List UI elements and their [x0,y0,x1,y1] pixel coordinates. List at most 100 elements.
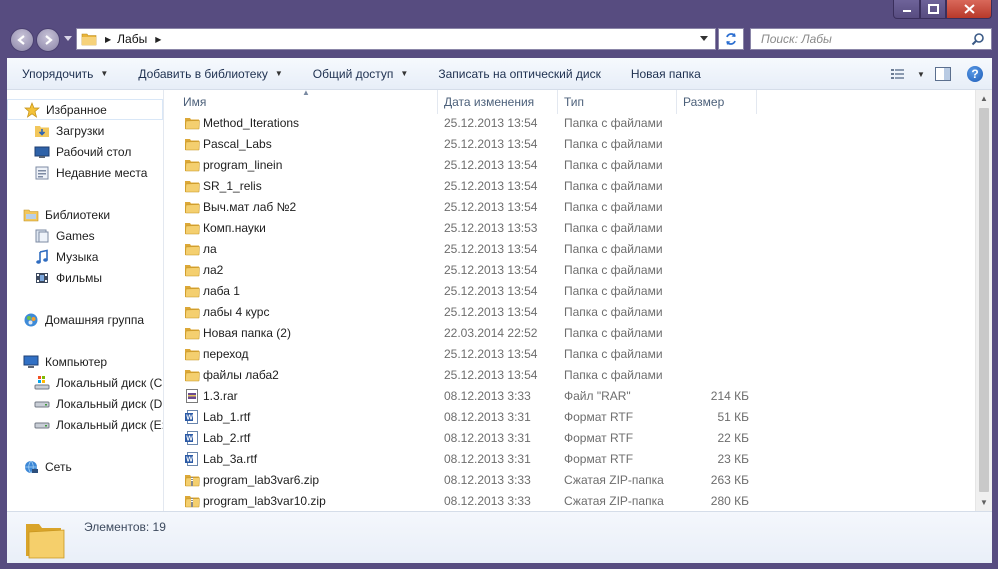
nav-homegroup[interactable]: Домашняя группа [23,309,144,330]
nav-network[interactable]: Сеть [23,456,72,477]
file-list-pane[interactable]: ▲ Имя Дата изменения Тип Размер Method_I… [165,88,992,511]
file-row[interactable]: 1.3.rar 08.12.2013 3:33 Файл "RAR" 214 КБ [165,385,975,406]
nav-computer[interactable]: Компьютер [23,351,107,372]
file-row[interactable]: program_lab3var10.zip 08.12.2013 3:33 Сжат… [165,490,975,511]
file-name-cell[interactable]: лабы 4 курс [165,304,438,320]
file-name-cell[interactable]: program_linein [165,157,438,173]
nav-item-videos[interactable]: Фильмы [34,267,102,288]
column-header-type[interactable]: Тип [558,90,677,114]
file-name-cell[interactable]: 1.3.rar [165,388,438,404]
column-header-name[interactable]: ▲ Имя [165,88,438,114]
nav-favorites[interactable]: Избранное [7,99,163,120]
file-row[interactable]: SR_1_relis 25.12.2013 13:54 Папка с файлам… [165,175,975,196]
maximize-button[interactable] [920,0,946,19]
nav-item-label: Локальный диск (D:) [56,396,164,411]
file-name-cell[interactable]: W Lab_2.rtf [165,430,438,446]
nav-item-drive-c[interactable]: Локальный диск (C:) [34,372,163,393]
forward-button[interactable] [36,28,60,52]
nav-item-desktop[interactable]: Рабочий стол [34,141,131,162]
vertical-scrollbar[interactable]: ▲ ▼ [975,90,992,511]
scroll-down-icon[interactable]: ▼ [976,494,992,511]
breadcrumb-separator-icon[interactable]: ▶ [155,35,161,44]
file-row[interactable]: program_lab3var6.zip 08.12.2013 3:33 Сжата… [165,469,975,490]
file-name-cell[interactable]: SR_1_relis [165,178,438,194]
file-row[interactable]: program_linein 25.12.2013 13:54 Папка с фа… [165,154,975,175]
file-row[interactable]: файлы лаба2 25.12.2013 13:54 Папка с файла… [165,364,975,385]
file-date: 08.12.2013 3:33 [444,472,531,487]
item-count: Элементов: 19 [84,520,166,534]
navigation-pane[interactable]: Избранное Загрузки Рабочий стол Недавние… [7,90,164,511]
nav-item-music[interactable]: Музыка [34,246,98,267]
file-row[interactable]: переход 25.12.2013 13:54 Папка с файлами [165,343,975,364]
file-date: 25.12.2013 13:54 [444,199,538,214]
file-type: Папка с файлами [564,346,663,361]
file-name-cell[interactable]: Новая папка (2) [165,325,438,341]
search-icon[interactable] [971,32,985,46]
nav-item-games[interactable]: Games [34,225,95,246]
scrollbar-thumb[interactable] [979,108,989,492]
file-row[interactable]: Комп.науки 25.12.2013 13:53 Папка с файлам… [165,217,975,238]
breadcrumb-item[interactable]: Лабы [117,32,147,46]
file-row[interactable]: ла 25.12.2013 13:54 Папка с файлами [165,238,975,259]
search-box[interactable] [750,28,992,50]
file-size: 280 КБ [710,493,749,508]
organize-button[interactable]: Упорядочить ▼ [7,60,123,88]
address-history-dropdown-icon[interactable] [700,34,709,43]
command-bar: Упорядочить ▼ Добавить в библиотеку ▼ Об… [7,58,992,90]
file-name-cell[interactable]: Method_Iterations [165,115,438,131]
nav-item-downloads[interactable]: Загрузки [34,120,104,141]
file-name-cell[interactable]: Комп.науки [165,220,438,236]
file-row[interactable]: W Lab_1.rtf 08.12.2013 3:31 Формат RTF 51 КБ [165,406,975,427]
file-row[interactable]: Новая папка (2) 22.03.2014 22:52 Папка с ф… [165,322,975,343]
file-date: 25.12.2013 13:54 [444,241,538,256]
preview-pane-button[interactable] [928,62,958,86]
change-view-button[interactable]: ▼ [888,62,928,86]
add-to-library-button[interactable]: Добавить в библиотеку ▼ [123,60,297,88]
file-row[interactable]: лаба 1 25.12.2013 13:54 Папка с файлами [165,280,975,301]
nav-item-drive-e[interactable]: Локальный диск (E:) [34,414,163,435]
file-name-cell[interactable]: лаба 1 [165,283,438,299]
file-row[interactable]: W Lab_3a.rtf 08.12.2013 3:31 Формат RTF 23 К… [165,448,975,469]
refresh-button[interactable] [718,28,744,50]
file-name-cell[interactable]: Выч.мат лаб №2 [165,199,438,215]
nav-favorites-label: Избранное [46,102,107,117]
explorer-window: ▶ Лабы ▶ Упорядочить ▼ Д [0,0,998,569]
back-button[interactable] [10,28,34,52]
file-row[interactable]: W Lab_2.rtf 08.12.2013 3:31 Формат RTF 22 КБ [165,427,975,448]
minimize-button[interactable] [893,0,920,19]
nav-item-recent-places[interactable]: Недавние места [34,162,147,183]
music-icon [34,249,50,265]
column-header-date[interactable]: Дата изменения [438,90,558,114]
file-row[interactable]: Pascal_Labs 25.12.2013 13:54 Папка с файла… [165,133,975,154]
file-row[interactable]: лабы 4 курс 25.12.2013 13:54 Папка с файла… [165,301,975,322]
address-bar[interactable]: ▶ Лабы ▶ [76,28,716,50]
file-name-cell[interactable]: Pascal_Labs [165,136,438,152]
breadcrumb-separator-icon[interactable]: ▶ [105,35,111,44]
file-name-cell[interactable]: W Lab_1.rtf [165,409,438,425]
folder-icon [184,157,200,173]
file-name-cell[interactable]: program_lab3var6.zip [165,472,438,488]
recent-pages-dropdown-icon[interactable] [64,36,72,42]
nav-libraries[interactable]: Библиотеки [23,204,110,225]
close-button[interactable] [946,0,992,19]
file-row[interactable]: Method_Iterations 25.12.2013 13:54 Папка с… [165,112,975,133]
file-row[interactable]: Выч.мат лаб №2 25.12.2013 13:54 Папка с фа… [165,196,975,217]
burn-disc-button[interactable]: Записать на оптический диск [423,60,616,88]
new-folder-button[interactable]: Новая папка [616,60,716,88]
nav-homegroup-label: Домашняя группа [45,312,145,327]
help-button[interactable]: ? [958,62,992,86]
file-name-cell[interactable]: program_lab3var10.zip [165,493,438,509]
search-input[interactable] [759,31,963,47]
file-name-cell[interactable]: файлы лаба2 [165,367,438,383]
minimize-icon [902,10,911,12]
scroll-up-icon[interactable]: ▲ [976,90,992,107]
file-row[interactable]: ла2 25.12.2013 13:54 Папка с файлами [165,259,975,280]
file-name-cell[interactable]: ла2 [165,262,438,278]
file-name-cell[interactable]: переход [165,346,438,362]
rtf-document-icon: W [184,451,200,467]
nav-item-drive-d[interactable]: Локальный диск (D:) [34,393,164,414]
file-name-cell[interactable]: ла [165,241,438,257]
share-button[interactable]: Общий доступ ▼ [298,60,424,88]
file-name-cell[interactable]: W Lab_3a.rtf [165,451,438,467]
column-header-size[interactable]: Размер [677,90,757,114]
